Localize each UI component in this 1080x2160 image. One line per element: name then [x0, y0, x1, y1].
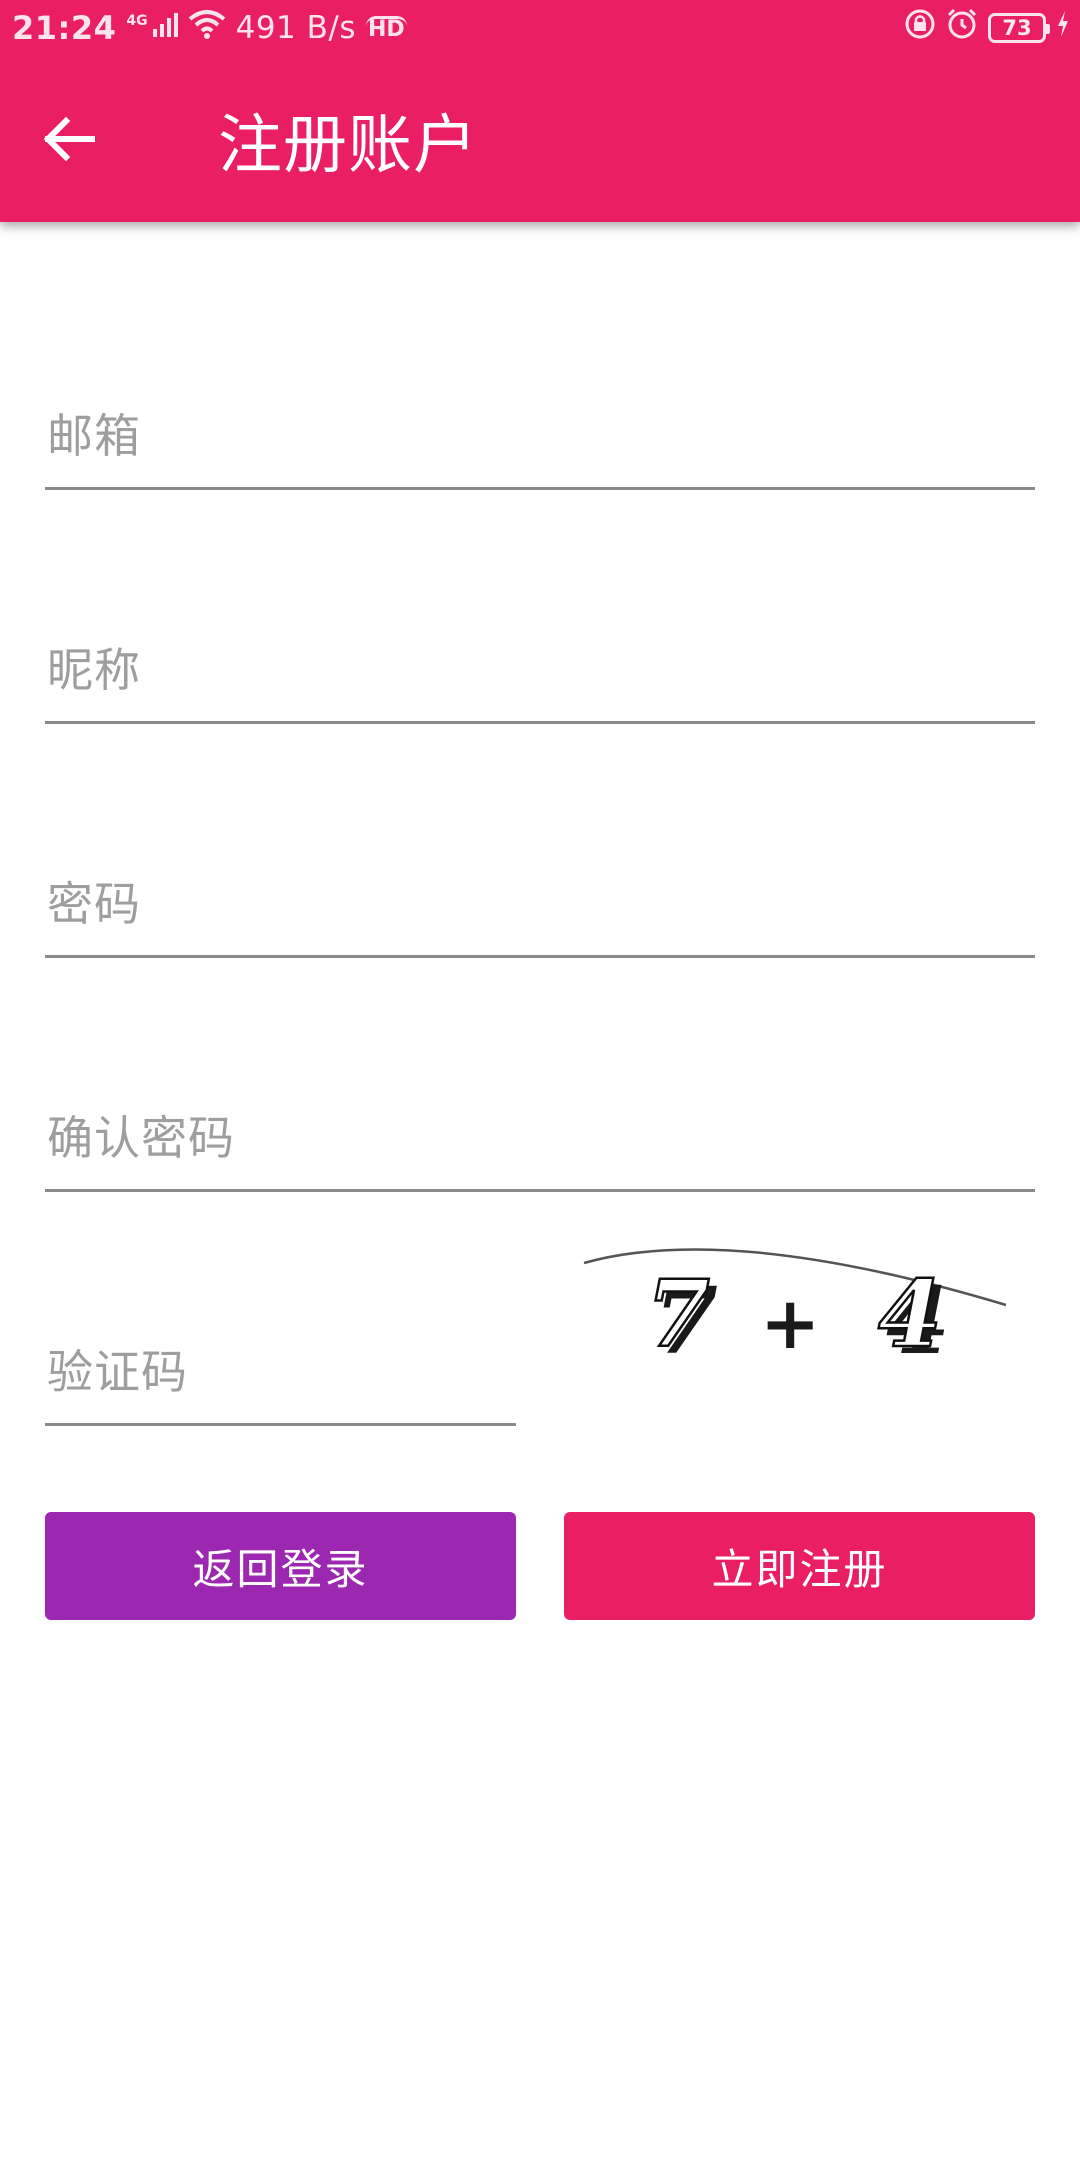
back-button[interactable] [40, 106, 130, 176]
password-hint: 密码 [47, 877, 141, 931]
alarm-icon [946, 8, 978, 48]
network-type-label: 4G [126, 13, 148, 29]
email-hint: 邮箱 [47, 409, 141, 463]
confirm-password-field[interactable]: 确认密码 [45, 1092, 1035, 1192]
signal-icon [152, 11, 178, 46]
status-bar-right: 73 [904, 8, 1070, 48]
nickname-underline [45, 721, 1035, 724]
captcha-hint: 验证码 [47, 1345, 188, 1399]
captcha-image[interactable]: 7 7 + 4 4 [580, 1230, 1010, 1380]
status-bar-left: 21:24 4G 491 B/s HD [12, 8, 407, 48]
wifi-icon [188, 9, 226, 47]
nickname-hint: 昵称 [47, 643, 141, 697]
battery-icon: 73 [988, 13, 1050, 43]
back-to-login-button[interactable]: 返回登录 [45, 1512, 516, 1620]
app-bar: 21:24 4G 491 B/s HD 73 注册账户 [0, 0, 1080, 222]
charging-icon [1056, 10, 1070, 46]
lock-rotation-icon [904, 8, 936, 48]
nickname-field[interactable]: 昵称 [45, 624, 1035, 724]
toolbar: 注册账户 [0, 56, 1080, 222]
captcha-field[interactable]: 验证码 [45, 1326, 516, 1426]
captcha-right-operand: 4 [878, 1260, 942, 1368]
hd-icon: HD [365, 15, 407, 42]
confirm-password-underline [45, 1189, 1035, 1192]
page-title: 注册账户 [218, 109, 478, 183]
confirm-password-hint: 确认密码 [47, 1111, 235, 1165]
battery-level: 73 [1002, 16, 1032, 40]
password-field[interactable]: 密码 [45, 858, 1035, 958]
captcha-underline [45, 1423, 516, 1426]
captcha-operator: + [760, 1280, 820, 1365]
captcha-left-operand: 7 [646, 1260, 710, 1368]
register-now-button[interactable]: 立即注册 [564, 1512, 1035, 1620]
network-speed: 491 B/s [235, 10, 356, 46]
email-field[interactable]: 邮箱 [45, 390, 1035, 490]
email-underline [45, 487, 1035, 490]
arrow-left-icon [40, 111, 96, 171]
status-bar: 21:24 4G 491 B/s HD 73 [0, 0, 1080, 56]
status-time: 21:24 [12, 9, 117, 47]
password-underline [45, 955, 1035, 958]
